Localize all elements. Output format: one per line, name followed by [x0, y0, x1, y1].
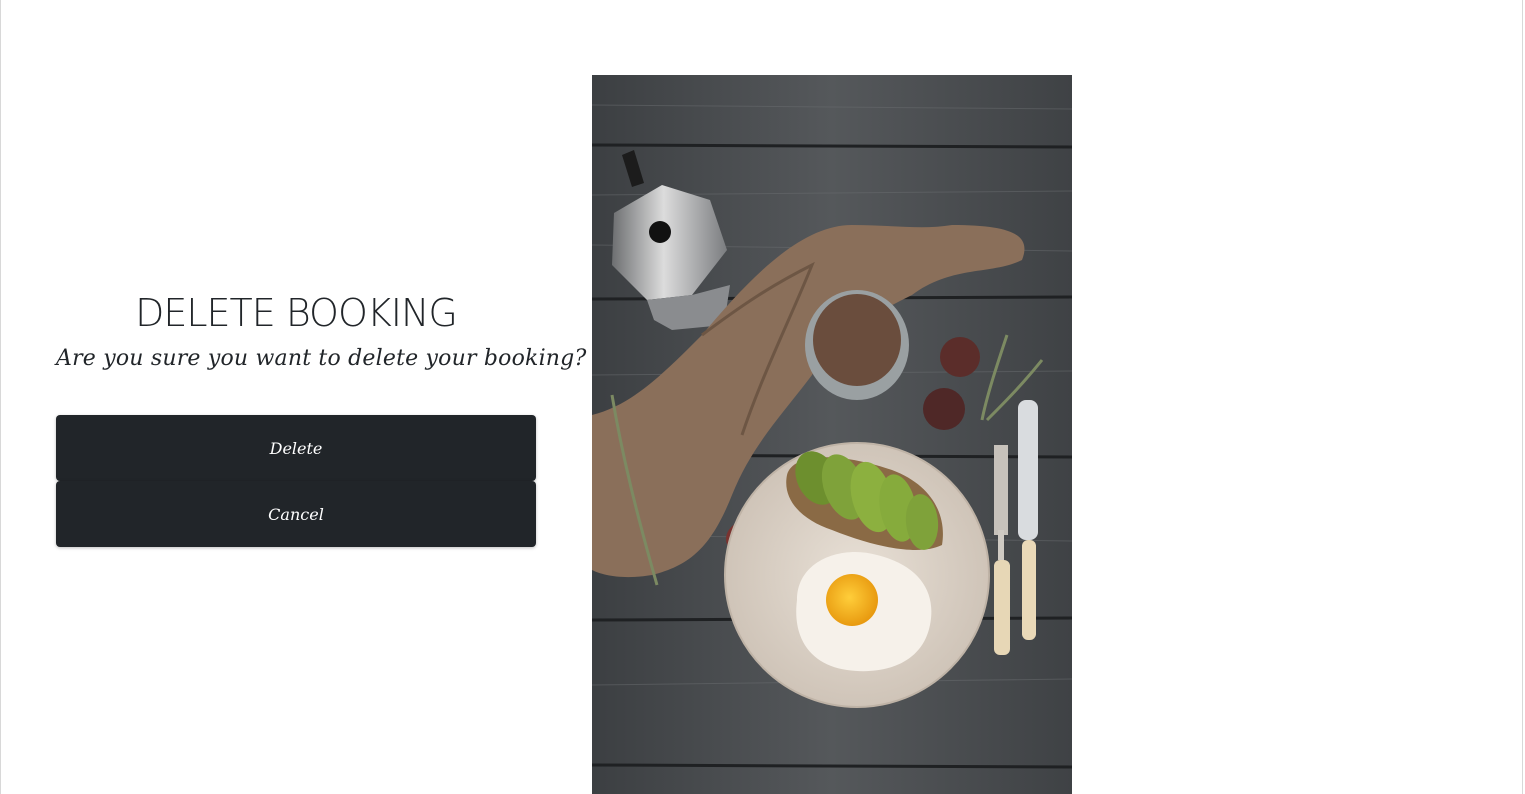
breakfast-photo [592, 75, 1072, 794]
page-title: DELETE BOOKING [135, 291, 458, 335]
confirmation-message: Are you sure you want to delete your boo… [56, 346, 587, 371]
delete-button[interactable]: Delete [56, 415, 536, 481]
coffee-cup [805, 290, 909, 400]
cancel-button[interactable]: Cancel [56, 481, 536, 547]
delete-booking-panel: DELETE BOOKING Are you sure you want to … [56, 290, 587, 374]
